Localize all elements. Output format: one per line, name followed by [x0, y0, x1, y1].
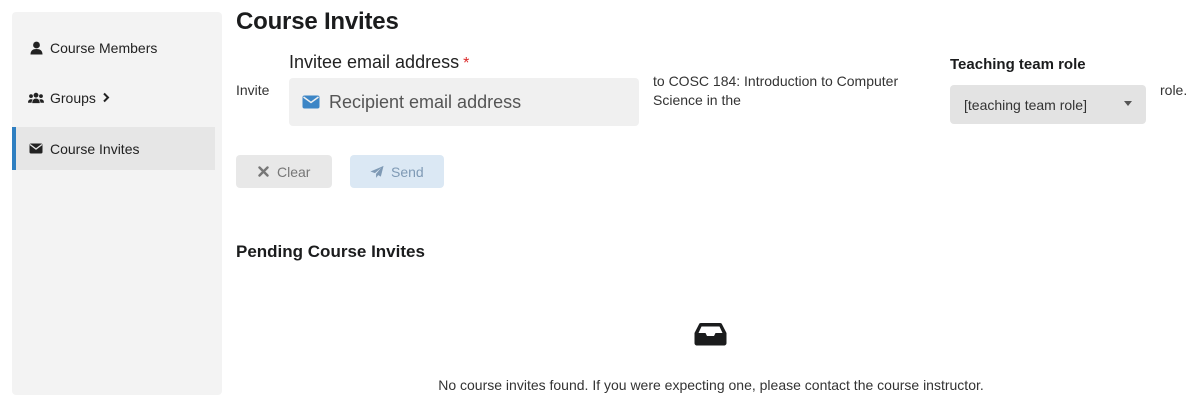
envelope-icon	[28, 141, 44, 157]
clear-button-label: Clear	[277, 163, 311, 180]
sidebar-item-course-members[interactable]: Course Members	[12, 26, 215, 69]
empty-state-message: No course invites found. If you were exp…	[438, 377, 984, 393]
email-field-label: Invitee email address *	[289, 52, 469, 73]
required-marker: *	[463, 55, 470, 72]
email-field[interactable]: Recipient email address	[289, 78, 639, 126]
sidebar-item-label: Groups	[50, 89, 96, 106]
sidebar: Course Members Groups Course Invites	[12, 12, 222, 395]
sidebar-item-label: Course Members	[50, 39, 158, 56]
email-placeholder: Recipient email address	[329, 91, 522, 112]
paper-plane-icon	[370, 165, 384, 179]
course-description-text: to COSC 184: Introduction to Computer Sc…	[653, 73, 899, 108]
inbox-icon	[694, 323, 727, 346]
email-label-text: Invitee email address	[289, 52, 460, 72]
send-button[interactable]: Send	[350, 155, 444, 188]
invite-label: Invite	[236, 82, 270, 98]
user-icon	[28, 40, 44, 56]
sidebar-item-label: Course Invites	[50, 140, 140, 157]
sidebar-item-groups[interactable]: Groups	[12, 76, 215, 119]
caret-down-icon	[1124, 101, 1132, 106]
sidebar-item-course-invites[interactable]: Course Invites	[12, 127, 215, 170]
clear-button[interactable]: Clear	[236, 155, 332, 188]
chevron-right-icon	[102, 92, 110, 103]
role-suffix-text: role.	[1160, 82, 1188, 98]
pending-invites-heading: Pending Course Invites	[236, 242, 425, 261]
close-icon	[256, 165, 270, 179]
envelope-icon	[301, 92, 321, 112]
role-selected-value: [teaching team role]	[964, 96, 1087, 113]
role-field-label: Teaching team role	[950, 56, 1086, 73]
users-icon	[28, 90, 44, 106]
page-title: Course Invites	[236, 8, 399, 35]
send-button-label: Send	[391, 163, 424, 180]
role-select[interactable]: [teaching team role]	[950, 85, 1146, 124]
